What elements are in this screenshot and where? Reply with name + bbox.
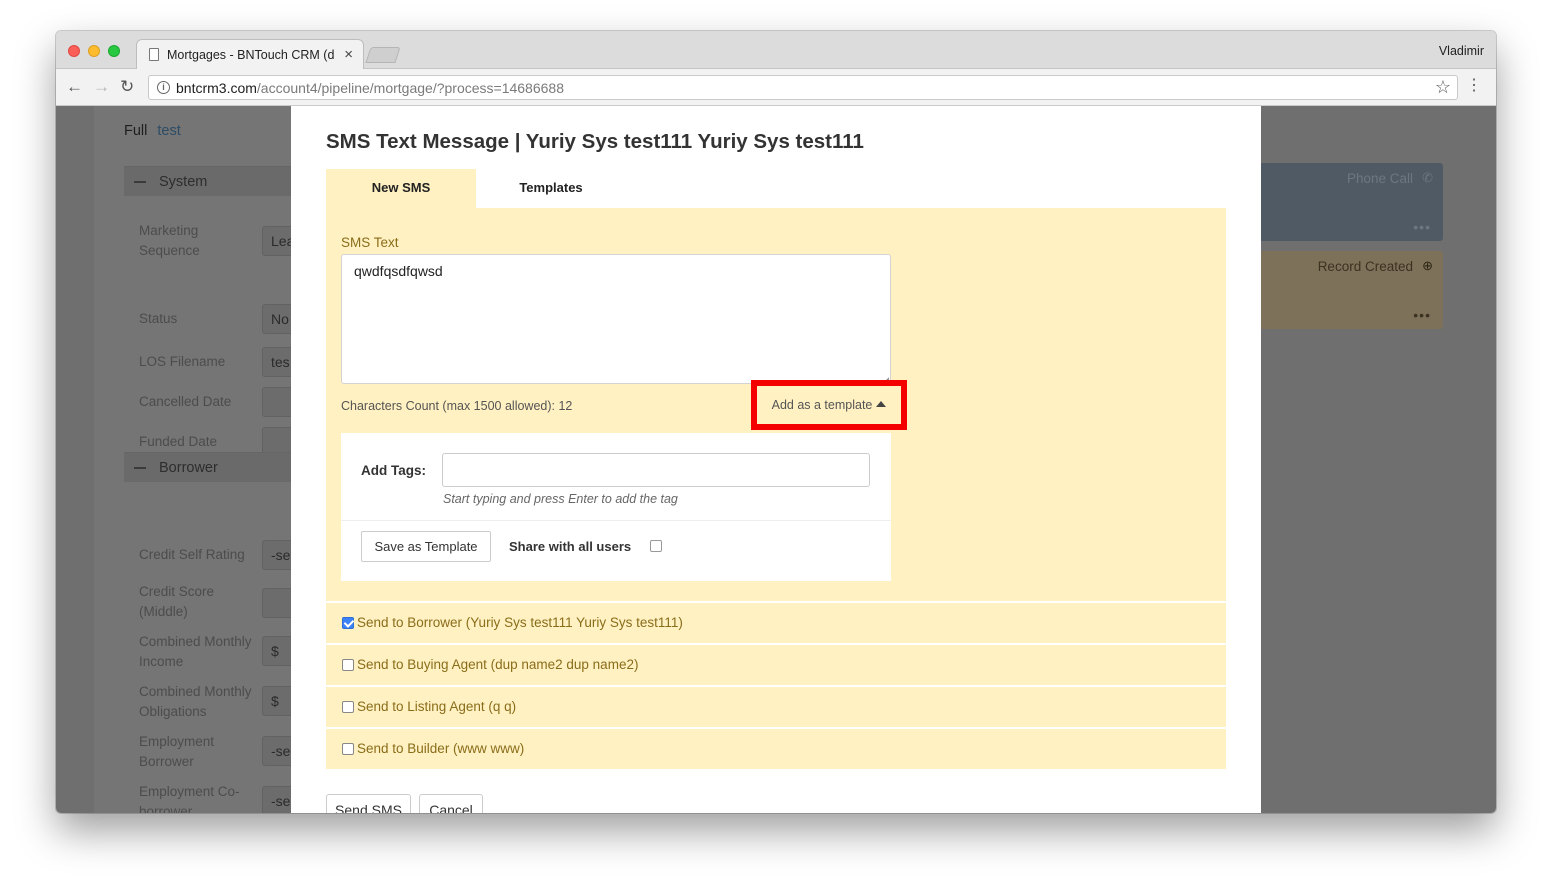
plus-circle-icon: ⊕ bbox=[1422, 258, 1433, 273]
sms-modal: SMS Text Message | Yuriy Sys test111 Yur… bbox=[291, 106, 1261, 813]
more-options-icon[interactable]: ••• bbox=[1413, 219, 1431, 235]
new-sms-panel: SMS Text qwdfqsdfqwsd ◢ Characters Count… bbox=[326, 208, 1226, 601]
field-label: LOS Filename bbox=[139, 354, 226, 369]
recipient-label: Send to Listing Agent (q q) bbox=[357, 699, 517, 714]
tags-input[interactable] bbox=[442, 453, 870, 487]
more-options-icon[interactable]: ••• bbox=[1413, 307, 1431, 323]
divider bbox=[341, 520, 891, 521]
phone-icon: ✆ bbox=[1422, 170, 1433, 185]
field-label: Cancelled Date bbox=[139, 394, 232, 409]
recipient-label: Send to Builder (www www) bbox=[357, 741, 525, 756]
tab-close-icon[interactable]: × bbox=[344, 46, 353, 63]
section-label: System bbox=[159, 174, 208, 190]
send-sms-button[interactable]: Send SMS bbox=[326, 794, 411, 813]
share-with-all-users-checkbox[interactable] bbox=[650, 540, 662, 552]
characters-count: Characters Count (max 1500 allowed): 12 bbox=[341, 399, 573, 413]
activity-card-phone-call[interactable]: Phone Call ✆ ••• bbox=[1256, 163, 1443, 241]
url-path: /account4/pipeline/mortgage/?process=146… bbox=[256, 80, 564, 96]
share-with-all-users-label: Share with all users bbox=[509, 539, 632, 554]
field-label: Funded Date bbox=[139, 434, 218, 449]
info-icon[interactable]: i bbox=[157, 81, 170, 94]
sms-text-input[interactable]: qwdfqsdfqwsd bbox=[341, 254, 891, 384]
field-label: Credit Self Rating bbox=[139, 547, 245, 562]
add-as-template-label: Add as a template bbox=[771, 398, 873, 412]
full-label: Full bbox=[124, 123, 148, 139]
recipient-row-listing-agent[interactable]: Send to Listing Agent (q q) bbox=[326, 687, 1226, 727]
sms-text-label: SMS Text bbox=[341, 235, 399, 250]
field-label: Status bbox=[139, 311, 178, 326]
modal-title: SMS Text Message | Yuriy Sys test111 Yur… bbox=[326, 130, 864, 153]
activity-card-record-created[interactable]: Record Created ⊕ ••• bbox=[1256, 251, 1443, 329]
recipient-label: Send to Buying Agent (dup name2 dup name… bbox=[357, 657, 639, 672]
browser-toolbar: ← → ↻ i bntcrm3.com/account4/pipeline/mo… bbox=[56, 69, 1496, 106]
tab-title: Mortgages - BNTouch CRM (d bbox=[167, 48, 335, 62]
maximize-window-button[interactable] bbox=[108, 45, 120, 57]
browser-window: Mortgages - BNTouch CRM (d × Vladimir ← … bbox=[56, 31, 1496, 813]
collapse-icon bbox=[134, 467, 146, 469]
save-as-template-button[interactable]: Save as Template bbox=[361, 531, 491, 562]
bookmark-star-icon[interactable]: ☆ bbox=[1435, 77, 1451, 98]
url-text[interactable]: bntcrm3.com/account4/pipeline/mortgage/?… bbox=[176, 80, 564, 96]
recipient-label: Send to Borrower (Yuriy Sys test111 Yuri… bbox=[357, 615, 683, 630]
browser-menu-icon[interactable]: ⋮ bbox=[1466, 77, 1482, 95]
field-label: Marketing Sequence bbox=[139, 223, 200, 258]
field-label: Combined Monthly Obligations bbox=[139, 684, 252, 719]
tab-templates[interactable]: Templates bbox=[476, 169, 626, 208]
page-content: Full test System Marketing Sequence Lea S… bbox=[56, 106, 1496, 813]
collapse-icon bbox=[134, 181, 146, 183]
activity-title: Phone Call bbox=[1346, 171, 1413, 186]
browser-tab[interactable]: Mortgages - BNTouch CRM (d × bbox=[136, 39, 364, 70]
forward-arrow-icon[interactable]: → bbox=[93, 77, 110, 97]
minimize-window-button[interactable] bbox=[88, 45, 100, 57]
section-label: Borrower bbox=[159, 460, 218, 476]
recipient-row-borrower[interactable]: Send to Borrower (Yuriy Sys test111 Yuri… bbox=[326, 603, 1226, 643]
recipient-checkbox[interactable] bbox=[342, 617, 354, 629]
field-label: Credit Score (Middle) bbox=[139, 584, 215, 619]
recipient-checkbox[interactable] bbox=[342, 701, 354, 713]
profile-name[interactable]: Vladimir bbox=[1439, 44, 1484, 58]
field-label: Combined Monthly Income bbox=[139, 634, 252, 669]
activity-title: Record Created bbox=[1317, 259, 1413, 274]
address-bar[interactable]: i bntcrm3.com/account4/pipeline/mortgage… bbox=[148, 75, 1458, 100]
template-form: Add Tags: Start typing and press Enter t… bbox=[341, 433, 891, 581]
back-arrow-icon[interactable]: ← bbox=[66, 77, 83, 97]
add-as-template-toggle[interactable]: Add as a template bbox=[751, 380, 907, 430]
recipient-checkbox[interactable] bbox=[342, 659, 354, 671]
field-label: Employment Borrower bbox=[139, 734, 215, 769]
tags-hint: Start typing and press Enter to add the … bbox=[443, 492, 678, 506]
page-favicon-icon bbox=[149, 48, 159, 61]
new-tab-button[interactable] bbox=[365, 47, 401, 63]
full-name-row: Full test bbox=[124, 123, 181, 139]
close-window-button[interactable] bbox=[68, 45, 80, 57]
tab-bar: Mortgages - BNTouch CRM (d × Vladimir bbox=[56, 31, 1496, 70]
tab-new-sms[interactable]: New SMS bbox=[326, 169, 476, 208]
recipient-row-builder[interactable]: Send to Builder (www www) bbox=[326, 729, 1226, 769]
full-value[interactable]: test bbox=[157, 123, 180, 139]
url-host: bntcrm3.com bbox=[176, 80, 257, 96]
add-tags-label: Add Tags: bbox=[361, 463, 426, 478]
caret-up-icon bbox=[876, 401, 887, 407]
recipient-row-buying-agent[interactable]: Send to Buying Agent (dup name2 dup name… bbox=[326, 645, 1226, 685]
field-label: Employment Co-borrower bbox=[139, 784, 240, 813]
recipient-checkbox[interactable] bbox=[342, 743, 354, 755]
cancel-button[interactable]: Cancel bbox=[419, 794, 483, 813]
reload-icon[interactable]: ↻ bbox=[120, 77, 134, 97]
